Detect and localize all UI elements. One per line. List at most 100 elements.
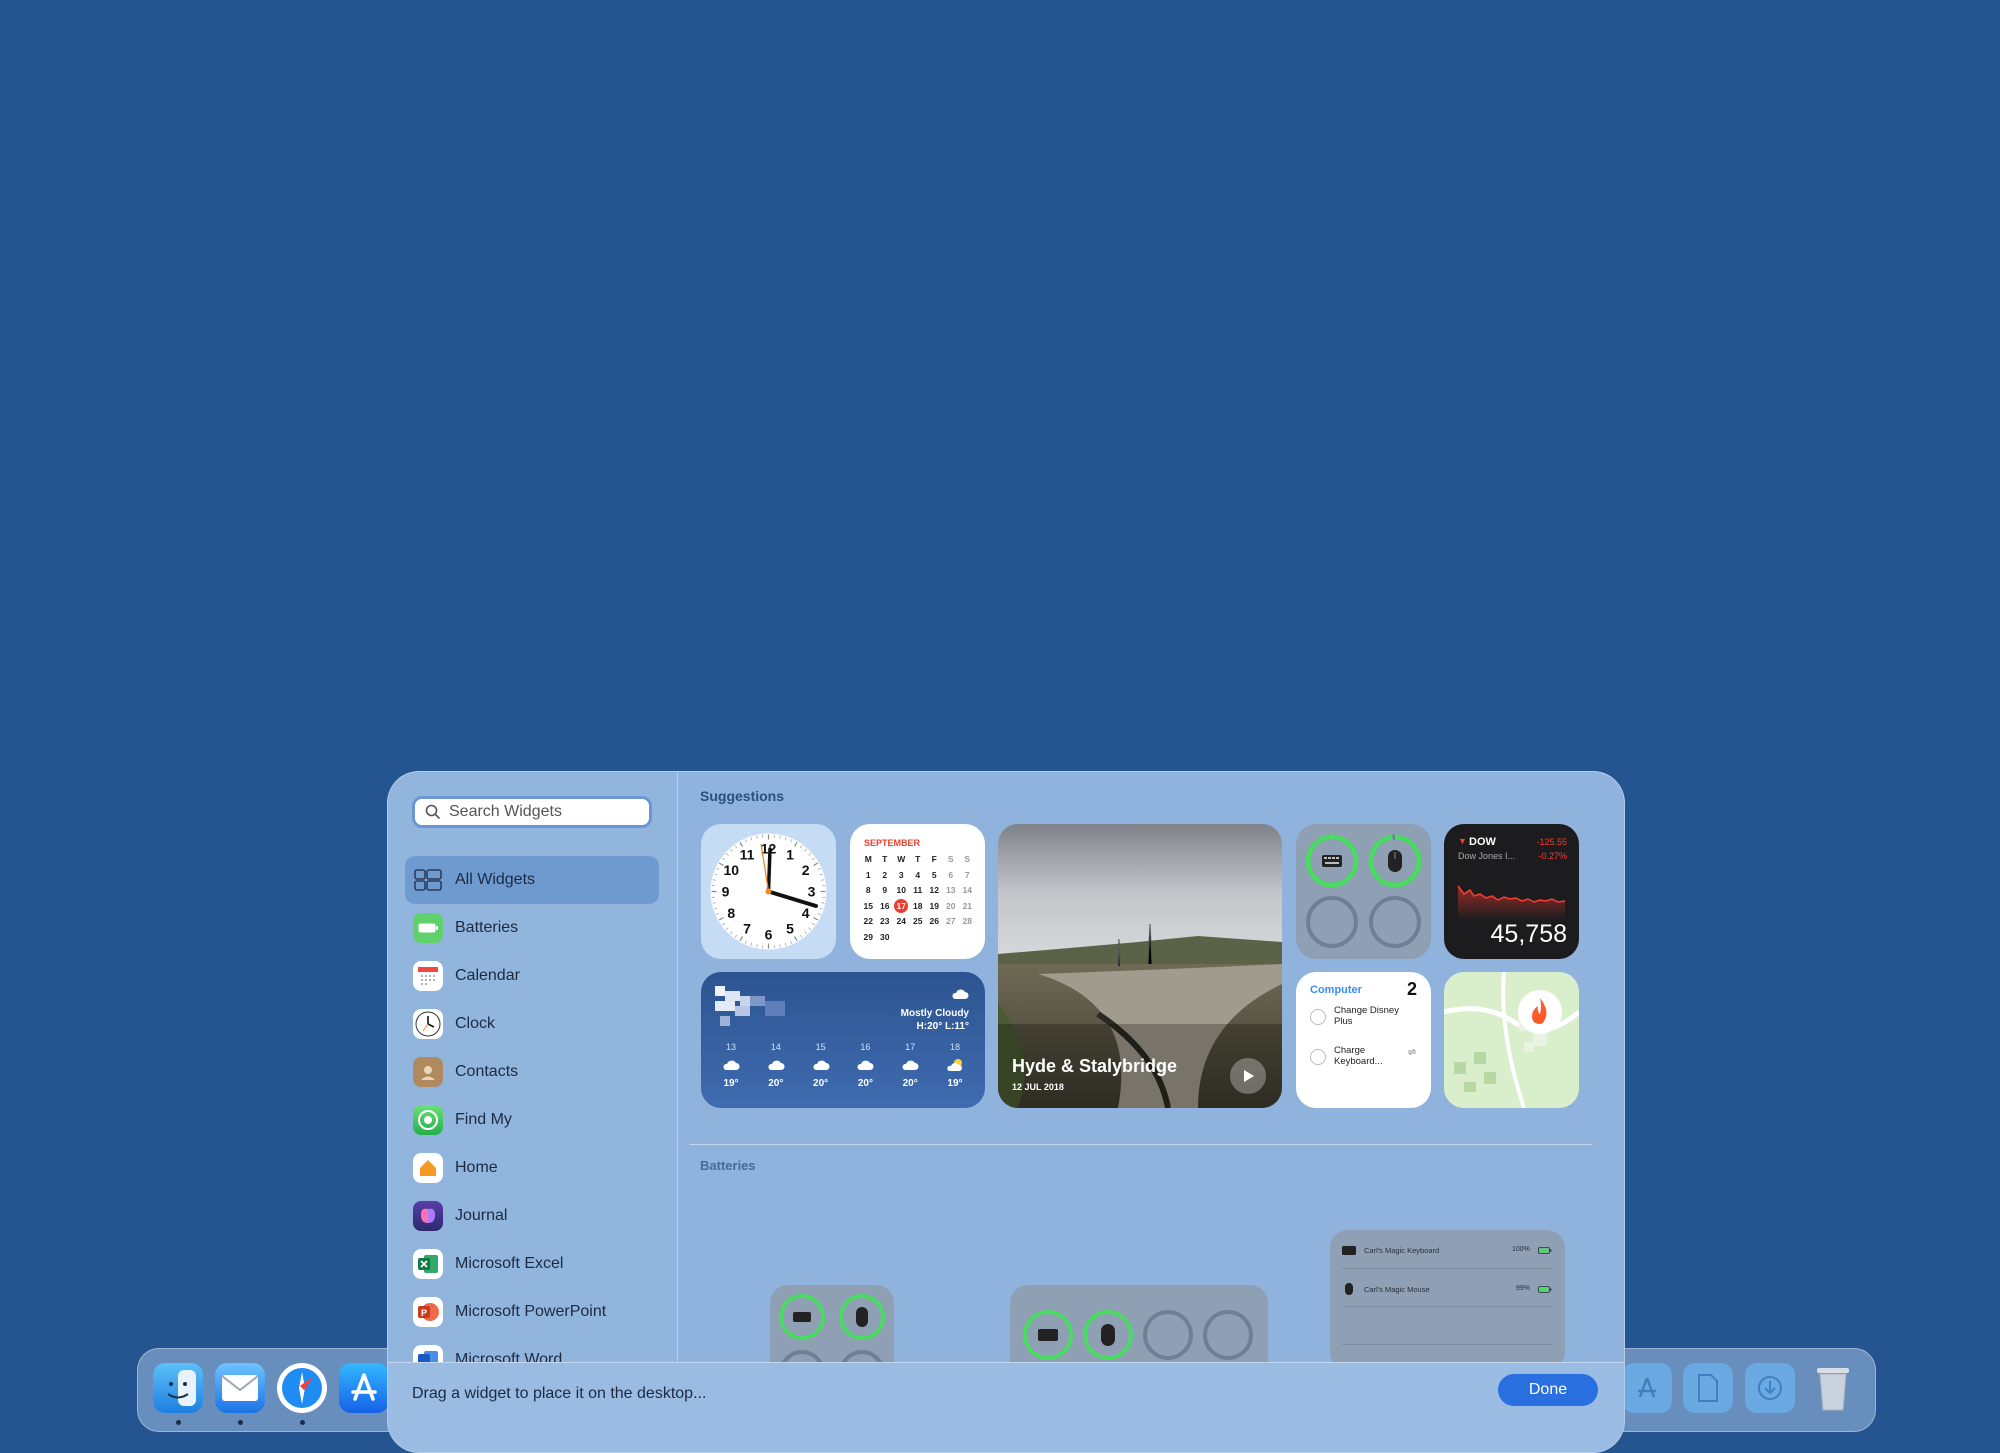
cloud-icon (767, 1058, 785, 1072)
play-button[interactable] (1230, 1058, 1266, 1094)
calendar-day[interactable]: 5 (926, 868, 943, 884)
calendar-week-row: 22232425262728 (860, 914, 978, 930)
finder-icon[interactable] (153, 1363, 203, 1413)
reminders-widget[interactable]: Computer 2 Change Disney Plus Charge Key… (1296, 972, 1431, 1108)
calendar-day[interactable]: 21 (959, 899, 976, 915)
calendar-day[interactable]: 4 (910, 868, 927, 884)
sidebar-item-microsoft-powerpoint[interactable]: P Microsoft PowerPoint (405, 1288, 659, 1336)
battery-rings (1296, 824, 1431, 959)
calendar-day[interactable]: 27 (943, 914, 960, 930)
applications-folder-icon[interactable] (1622, 1363, 1672, 1413)
safari-icon[interactable] (277, 1363, 327, 1413)
calendar-day[interactable]: 28 (959, 914, 976, 930)
calendar-day[interactable]: 18 (910, 899, 927, 915)
clock-icon (413, 1009, 443, 1039)
calendar-icon (413, 961, 443, 991)
sidebar-item-calendar[interactable]: Calendar (405, 952, 659, 1000)
reminder-item: Change Disney Plus (1334, 1005, 1404, 1027)
calendar-weekday: T (877, 852, 894, 868)
calendar-day[interactable] (926, 930, 943, 946)
calendar-day[interactable]: 9 (877, 883, 894, 899)
calendar-day[interactable]: 3 (893, 868, 910, 884)
clock-number: 11 (740, 846, 755, 862)
reminders-count: 2 (1407, 979, 1417, 1000)
clock-number: 3 (808, 884, 816, 900)
calendar-day[interactable]: 15 (860, 899, 877, 915)
calendar-day[interactable]: 12 (926, 883, 943, 899)
calendar-day[interactable]: 30 (877, 930, 894, 946)
calendar-day[interactable]: 7 (959, 868, 976, 884)
calendar-day[interactable]: 11 (910, 883, 927, 899)
weather-widget[interactable]: Mostly Cloudy H:20° L:11° 1319°1420°1520… (701, 972, 985, 1108)
calendar-week-row: 891011121314 (860, 883, 978, 899)
documents-folder-icon[interactable] (1683, 1363, 1733, 1413)
sidebar-item-batteries[interactable]: Batteries (405, 904, 659, 952)
battery-level-icon (1538, 1247, 1552, 1254)
calendar-day[interactable]: 24 (893, 914, 910, 930)
calendar-weekday: W (893, 852, 910, 868)
clock-face: 121234567891011 (701, 824, 836, 959)
calendar-day[interactable] (893, 930, 910, 946)
keyboard-icon (1342, 1246, 1356, 1255)
row-divider (1342, 1306, 1552, 1307)
sidebar-item-home[interactable]: Home (405, 1144, 659, 1192)
calendar-day[interactable]: 19 (926, 899, 943, 915)
calendar-day[interactable]: 25 (910, 914, 927, 930)
battery-device-pct: 99% (1516, 1285, 1530, 1292)
calendar-day[interactable]: 17 (893, 899, 910, 915)
sidebar-item-journal[interactable]: Journal (405, 1192, 659, 1240)
calendar-day[interactable] (910, 930, 927, 946)
batteries-large-widget-preview[interactable]: Carl's Magic Keyboard 100% Carl's Magic … (1330, 1230, 1565, 1370)
forecast-day: 1319° (711, 1042, 751, 1089)
calendar-weekday: F (926, 852, 943, 868)
done-button[interactable]: Done (1498, 1374, 1598, 1406)
calendar-day[interactable]: 8 (860, 883, 877, 899)
calendar-day[interactable] (959, 930, 976, 946)
sidebar-item-microsoft-excel[interactable]: Microsoft Excel (405, 1240, 659, 1288)
forecast-day: 1819° (935, 1042, 975, 1089)
calendar-day[interactable]: 20 (943, 899, 960, 915)
downloads-folder-icon[interactable] (1745, 1363, 1795, 1413)
battery-device-pct: 100% (1512, 1246, 1530, 1253)
batteries-widget[interactable] (1296, 824, 1431, 959)
stocks-widget[interactable]: ▼ DOW Dow Jones I... -125.55 -0.27% 45,7… (1444, 824, 1579, 959)
search-field[interactable] (412, 796, 652, 828)
search-input[interactable] (447, 802, 641, 822)
calendar-day[interactable]: 16 (877, 899, 894, 915)
calendar-day[interactable]: 10 (893, 883, 910, 899)
forecast-day: 1720° (890, 1042, 930, 1089)
reminder-item: Charge Keyboard... (1334, 1045, 1402, 1067)
calendar-day[interactable]: 14 (959, 883, 976, 899)
calendar-widget[interactable]: SEPTEMBER MTWTFSS12345678910111213141516… (850, 824, 985, 959)
forecast-day-label: 16 (860, 1042, 870, 1052)
sidebar-item-find-my[interactable]: Find My (405, 1096, 659, 1144)
sidebar-item-clock[interactable]: Clock (405, 1000, 659, 1048)
reminder-checkbox[interactable] (1310, 1009, 1326, 1025)
partly-cloudy-icon (946, 1058, 964, 1072)
calendar-day[interactable]: 13 (943, 883, 960, 899)
map-widget[interactable] (1444, 972, 1579, 1108)
sidebar-item-contacts[interactable]: Contacts (405, 1048, 659, 1096)
trash-icon[interactable] (1808, 1363, 1858, 1413)
calendar-day[interactable]: 6 (943, 868, 960, 884)
calendar-day[interactable]: 29 (860, 930, 877, 946)
cloud-icon (812, 1058, 830, 1072)
excel-icon (413, 1249, 443, 1279)
calendar-day[interactable]: 23 (877, 914, 894, 930)
clock-number: 6 (765, 927, 773, 943)
reminders-list-name: Computer (1310, 984, 1362, 996)
reminder-checkbox[interactable] (1310, 1049, 1326, 1065)
forecast-day-label: 15 (816, 1042, 826, 1052)
forecast-temp: 19° (947, 1078, 962, 1089)
calendar-day[interactable]: 22 (860, 914, 877, 930)
mail-icon[interactable] (215, 1363, 265, 1413)
sidebar-item-all-widgets[interactable]: All Widgets (405, 856, 659, 904)
photo-memory-widget[interactable]: Hyde & Stalybridge 12 JUL 2018 (998, 824, 1282, 1108)
clock-widget[interactable]: 121234567891011 (701, 824, 836, 959)
app-store-icon[interactable] (339, 1363, 389, 1413)
battery-device-name: Carl's Magic Mouse (1364, 1285, 1430, 1294)
calendar-day[interactable]: 1 (860, 868, 877, 884)
calendar-day[interactable]: 26 (926, 914, 943, 930)
calendar-day[interactable]: 2 (877, 868, 894, 884)
calendar-day[interactable] (943, 930, 960, 946)
